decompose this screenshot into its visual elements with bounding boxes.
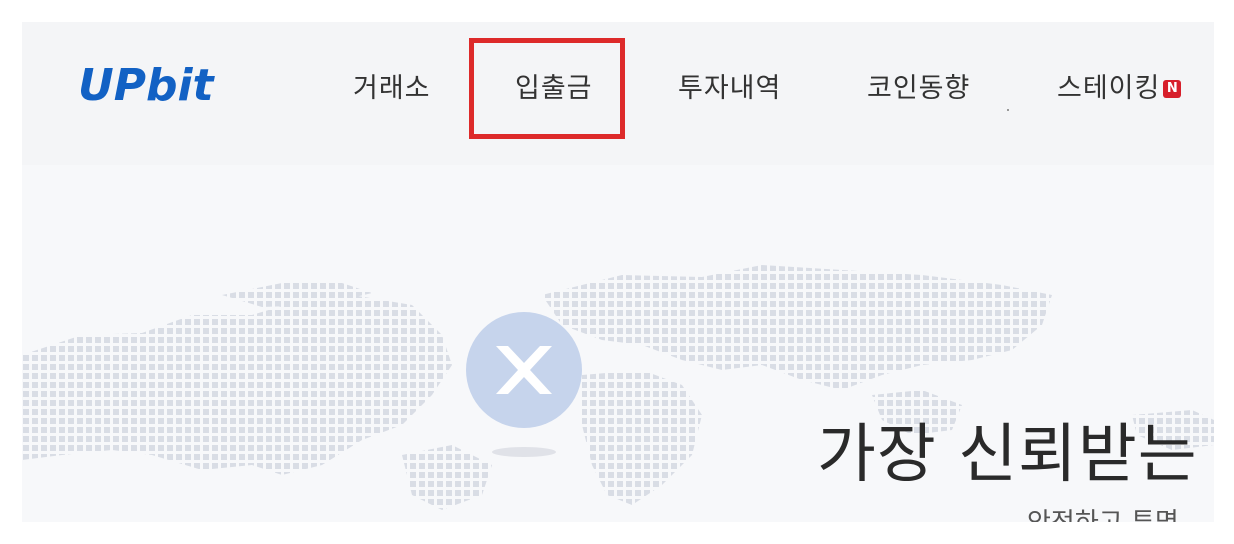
nav-item-investments-label: 투자내역 (678, 73, 782, 104)
hero-title: 가장 신뢰받는 (817, 418, 1198, 492)
app-frame: UPbit 거래소 입출금 투자내역 코인동향 스테이킹 N 가장 신뢰받는 (22, 22, 1214, 522)
hero-subtitle: 안전하고 투명 (1027, 502, 1179, 522)
upbit-logo-text: UPbit (78, 60, 216, 111)
hero-banner: 가장 신뢰받는 안전하고 투명 (22, 165, 1214, 522)
nav-item-exchange-label: 거래소 (353, 73, 431, 104)
nav-item-investments[interactable]: 투자내역 (678, 66, 781, 105)
nav-item-exchange[interactable]: 거래소 (353, 66, 431, 105)
nav-item-staking-label: 스테이킹 (1057, 73, 1161, 104)
top-navigation-bar: UPbit 거래소 입출금 투자내역 코인동향 스테이킹 N (22, 22, 1214, 165)
coin-shadow (492, 447, 556, 457)
nav-item-coin-trends[interactable]: 코인동향 (867, 66, 970, 105)
upbit-logo[interactable]: UPbit (78, 58, 243, 112)
stray-dot (1007, 109, 1009, 111)
nav-item-staking[interactable]: 스테이킹 N (1057, 66, 1182, 105)
nav-item-coin-trends-label: 코인동향 (867, 73, 971, 104)
xrp-coin-icon (466, 312, 582, 428)
new-badge: N (1163, 80, 1182, 98)
highlight-annotation-box (469, 38, 625, 139)
